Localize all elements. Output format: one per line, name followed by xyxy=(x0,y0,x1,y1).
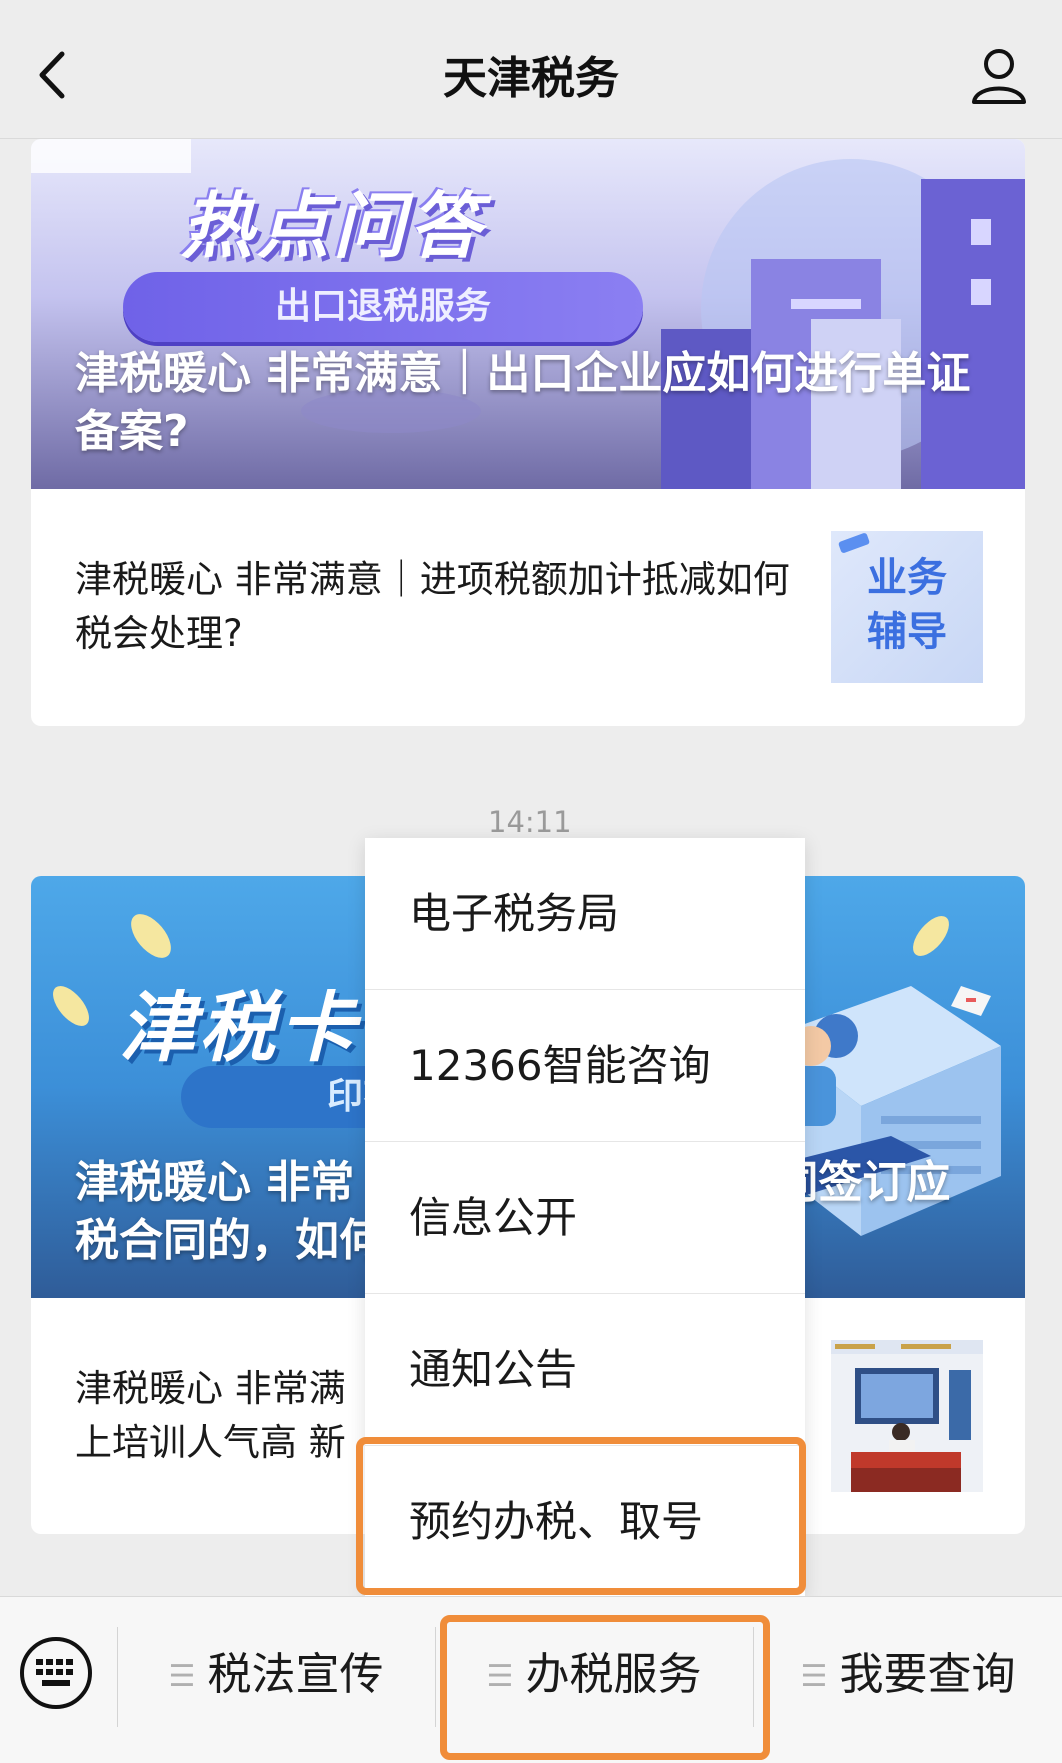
profile-button[interactable] xyxy=(964,40,1034,110)
banner-category-pill: 出口退税服务 xyxy=(123,272,643,342)
menu-item-e-tax-bureau[interactable]: 电子税务局 xyxy=(365,838,805,990)
message-timestamp: 14:11 xyxy=(488,805,572,839)
menu-item-appointment[interactable]: 预约办税、取号 xyxy=(365,1446,805,1597)
article-subtitle: 津税暖心 非常满意｜进项税额加计抵减如何税会处理? xyxy=(75,558,790,655)
menu-lines-icon: ☰ xyxy=(800,1659,828,1694)
banner-headline: 津税卡 xyxy=(119,983,359,1072)
menu-item-info-disclosure[interactable]: 信息公开 xyxy=(365,1142,805,1294)
article-card: 热点问答 出口退税服务 津税暖心 非常满意｜出口企业应如何进行单证备案? 津税暖… xyxy=(31,139,1025,726)
article-thumbnail xyxy=(831,1340,983,1492)
person-icon xyxy=(972,49,1026,104)
bottom-menu-bar: ☰ 税法宣传 ☰ 办税服务 ☰ 我要查询 xyxy=(0,1596,1062,1763)
list-item[interactable]: 津税暖心 非常满意｜进项税额加计抵减如何税会处理? 业务 辅导 xyxy=(31,489,1025,726)
service-popup-menu: 电子税务局 12366智能咨询 信息公开 通知公告 预约办税、取号 xyxy=(365,838,805,1597)
menu-lines-icon: ☰ xyxy=(168,1659,196,1694)
menu-item-12366-consult[interactable]: 12366智能咨询 xyxy=(365,990,805,1142)
tab-tax-law-promotion[interactable]: ☰ 税法宣传 xyxy=(118,1597,434,1763)
keyboard-icon xyxy=(20,1637,92,1709)
keyboard-toggle-button[interactable] xyxy=(18,1635,94,1711)
classroom-photo xyxy=(831,1340,983,1492)
article-title: 津税暖心 非常满意｜出口企业应如何进行单证备案? xyxy=(75,348,971,457)
tab-tax-services[interactable]: ☰ 办税服务 xyxy=(436,1597,752,1763)
thumbnail-label: 业务 辅导 xyxy=(867,555,947,655)
page-title: 天津税务 xyxy=(443,53,619,104)
top-nav-bar: 天津税务 xyxy=(0,0,1062,139)
article-thumbnail: 业务 辅导 xyxy=(831,531,983,683)
menu-lines-icon: ☰ xyxy=(486,1659,514,1694)
tab-query[interactable]: ☰ 我要查询 xyxy=(754,1597,1062,1763)
menu-item-notices[interactable]: 通知公告 xyxy=(365,1294,805,1446)
article-banner[interactable]: 热点问答 出口退税服务 津税暖心 非常满意｜出口企业应如何进行单证备案? xyxy=(31,139,1025,489)
banner-headline: 热点问答 xyxy=(181,184,486,268)
